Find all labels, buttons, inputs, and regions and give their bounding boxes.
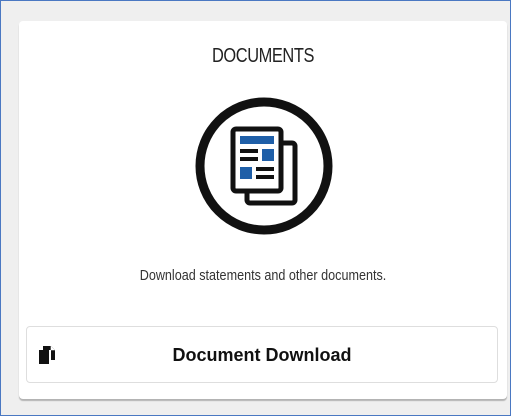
document-download-button[interactable]: Document Download — [26, 326, 498, 383]
documents-card: DOCUMENTS Download statements and other … — [19, 21, 507, 399]
documents-icon — [195, 97, 333, 235]
widget-frame: DOCUMENTS Download statements and other … — [0, 0, 511, 416]
document-download-label: Document Download — [172, 345, 352, 365]
card-title: DOCUMENTS — [211, 45, 314, 67]
card-description: Download statements and other documents. — [139, 267, 387, 284]
